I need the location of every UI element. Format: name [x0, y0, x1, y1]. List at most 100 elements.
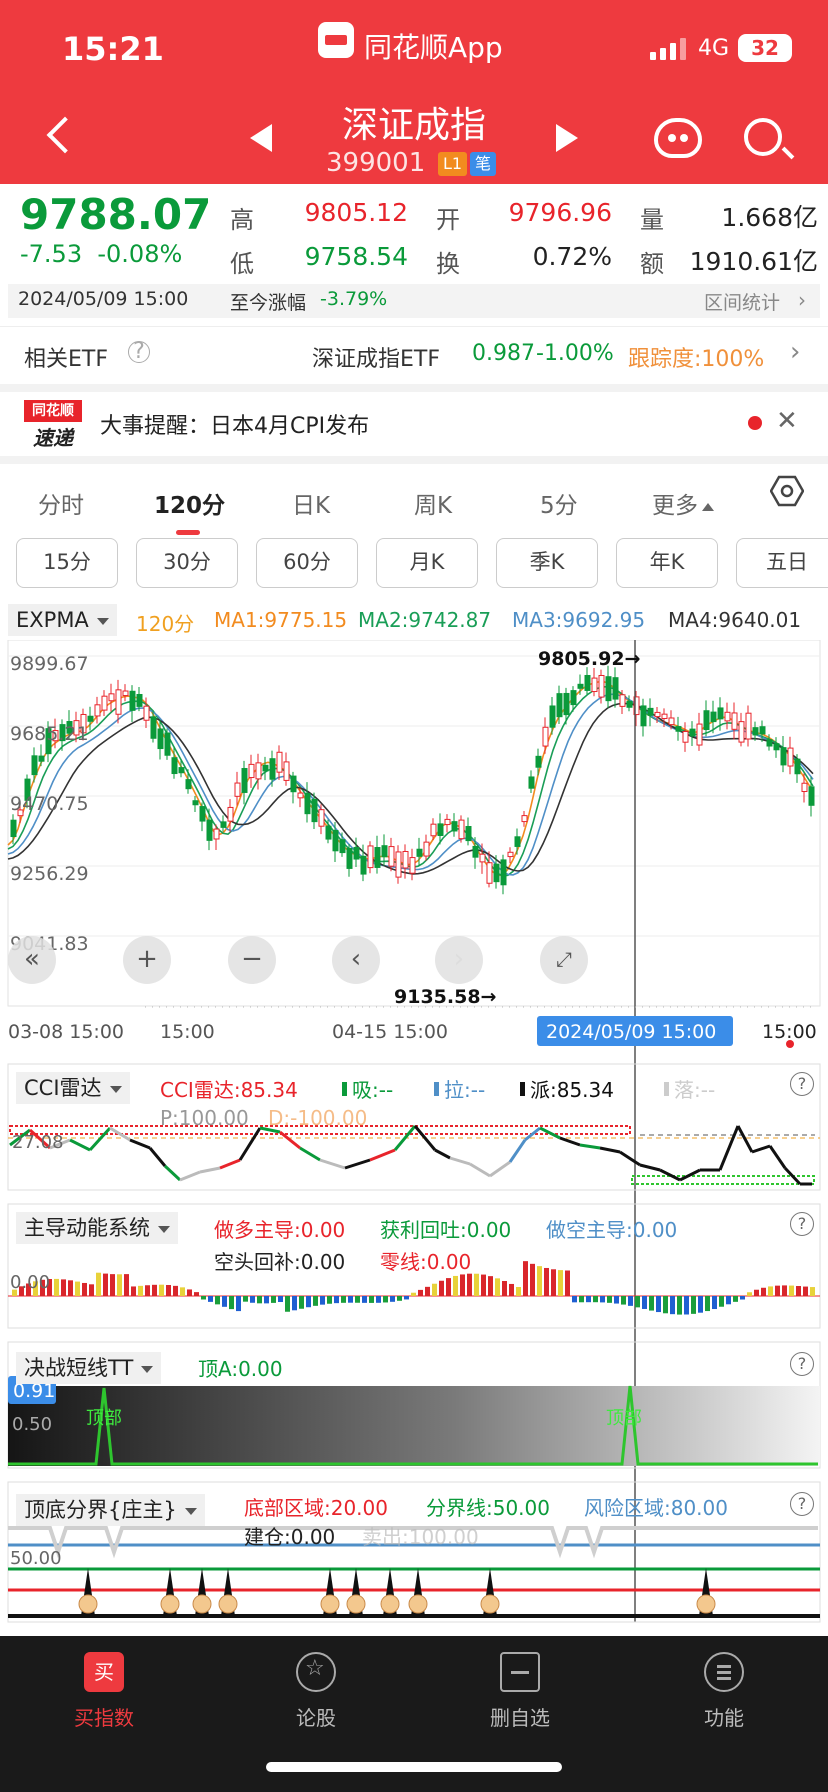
candle-body	[759, 726, 766, 735]
interval-stat-link[interactable]: 区间统计	[704, 288, 780, 315]
zdnl-bar-up	[467, 1273, 472, 1296]
candle-body	[332, 829, 339, 852]
tab-week-k[interactable]: 周K	[414, 486, 452, 520]
low-marker: 9135.58→	[394, 986, 496, 1008]
zdnl-bar-down	[397, 1296, 402, 1301]
back-button[interactable]	[40, 118, 74, 152]
candle-body	[745, 712, 752, 740]
zdnl-bar-up	[96, 1272, 101, 1296]
candle-body	[780, 747, 787, 766]
scroll-right-button[interactable]: ›	[435, 936, 483, 984]
tab-fenshi[interactable]: 分时	[38, 486, 84, 520]
chip-15min[interactable]: 15分	[16, 538, 118, 588]
chip-year-k[interactable]: 年K	[616, 538, 718, 588]
zdnl-bar-up	[516, 1286, 521, 1296]
scroll-left-button[interactable]: ‹	[332, 936, 380, 984]
zdnl-selector[interactable]: 主导动能系统	[16, 1212, 178, 1244]
candle-body	[647, 707, 654, 716]
chip-60min[interactable]: 60分	[256, 538, 358, 588]
candles	[10, 665, 815, 895]
tab-more[interactable]: 更多	[652, 486, 714, 520]
zdnl-bar-up	[432, 1283, 437, 1296]
quote-date-bar: 2024/05/09 15:00 至今涨幅 -3.79% 区间统计 ›	[8, 284, 820, 318]
candle-body	[710, 711, 717, 723]
settings-icon[interactable]	[770, 474, 804, 508]
zdnl-bar-up	[61, 1279, 66, 1296]
tab-day-k[interactable]: 日K	[292, 486, 330, 520]
cci-help-icon[interactable]: ?	[790, 1072, 814, 1096]
hand-pointer-icon	[218, 1594, 238, 1614]
candle-body	[598, 674, 605, 698]
zdnl-ktbh: 空头回补:0.00	[214, 1250, 345, 1274]
chip-30min[interactable]: 30分	[136, 538, 238, 588]
cci-panel	[8, 1125, 820, 1186]
zdnl-duo: 做多主导:0.00	[214, 1218, 345, 1242]
last-price: 9788.07	[20, 190, 212, 239]
candle-body	[423, 841, 430, 857]
low-value: 9758.54	[304, 242, 408, 271]
zdnl-bar-up	[488, 1276, 493, 1296]
nav-buy-index[interactable]: 买买指数	[44, 1652, 164, 1731]
news-bar[interactable]: 同花顺 速递 大事提醒：日本4月CPI发布 ✕	[0, 384, 828, 450]
turnover-value: 0.72%	[532, 242, 612, 271]
zdnl-bar-down	[572, 1296, 577, 1303]
zdnl-bar-up	[159, 1284, 164, 1296]
next-stock-button[interactable]	[556, 124, 578, 152]
zoom-left-icon[interactable]: «	[8, 936, 56, 984]
candle-body	[171, 757, 178, 775]
zdnl-bar-down	[684, 1296, 689, 1315]
candle-body	[94, 704, 101, 717]
tt-level: 0.50	[12, 1414, 52, 1435]
assistant-robot-icon[interactable]	[654, 118, 702, 158]
zdnl-bar-up	[761, 1287, 766, 1296]
zdnl-bar-down	[278, 1296, 283, 1302]
candle-body	[311, 798, 318, 823]
chevron-right-icon: ›	[790, 337, 801, 367]
nav-discuss[interactable]: ☆ 论股	[256, 1652, 376, 1731]
news-headline[interactable]: 大事提醒：日本4月CPI发布	[100, 408, 369, 440]
help-icon[interactable]: ?	[128, 341, 150, 363]
zdnl-bar-up	[747, 1292, 752, 1296]
cci-selector[interactable]: CCI雷达	[16, 1072, 130, 1104]
x-label-2: 04-15 15:00	[332, 1021, 448, 1043]
ddfj-level: 50.00	[10, 1548, 62, 1569]
cci-segment	[718, 1125, 740, 1171]
period-chips: 15分 30分 60分 月K 季K 年K 五日	[0, 536, 828, 598]
close-icon[interactable]: ✕	[776, 406, 798, 436]
candle-body	[101, 695, 108, 711]
kline-chart[interactable]: 9899.679685.219470.759256.299041.83 9805…	[0, 640, 828, 1640]
nav-remove-watchlist[interactable]: 删自选	[460, 1652, 580, 1731]
tab-120min[interactable]: 120分	[154, 486, 225, 520]
ddfj-help-icon[interactable]: ?	[790, 1492, 814, 1516]
chip-season-k[interactable]: 季K	[496, 538, 598, 588]
hand-pointer-icon	[192, 1594, 212, 1614]
quote-datetime: 2024/05/09 15:00	[18, 288, 189, 310]
zdnl-bar-down	[285, 1296, 290, 1312]
candle-body	[157, 728, 164, 750]
chip-month-k[interactable]: 月K	[376, 538, 478, 588]
zdnl-bar-down	[649, 1296, 654, 1311]
zdnl-help-icon[interactable]: ?	[790, 1212, 814, 1236]
tt-help-icon[interactable]: ?	[790, 1352, 814, 1376]
prev-stock-button[interactable]	[250, 124, 272, 152]
indicator-selector[interactable]: EXPMA	[8, 604, 117, 636]
fullscreen-icon[interactable]: ⤢	[540, 936, 588, 984]
tab-5min[interactable]: 5分	[540, 486, 578, 520]
candle-body	[675, 726, 682, 732]
ddfj-selector[interactable]: 顶底分界{庄主}	[16, 1494, 205, 1526]
chip-five-day[interactable]: 五日	[736, 538, 828, 588]
zoom-out-button[interactable]: −	[228, 936, 276, 984]
etf-bar[interactable]: 相关ETF ? 深证成指ETF 0.987 -1.00% 跟踪度:100% ›	[0, 326, 828, 382]
candle-body	[178, 767, 185, 774]
zdnl-bar-down	[383, 1296, 388, 1303]
caret-up-icon	[702, 502, 714, 511]
ytd-value: -3.79%	[320, 288, 388, 310]
candle-body	[227, 806, 234, 822]
search-icon[interactable]	[744, 118, 782, 156]
zdnl-bar-down	[334, 1296, 339, 1304]
ma4-value: MA4:9640.01	[668, 608, 802, 632]
tt-selector[interactable]: 决战短线TT	[16, 1352, 162, 1384]
zoom-in-button[interactable]: +	[123, 936, 171, 984]
nav-functions[interactable]: 功能	[664, 1652, 784, 1731]
zdnl-bar-down	[264, 1296, 269, 1304]
